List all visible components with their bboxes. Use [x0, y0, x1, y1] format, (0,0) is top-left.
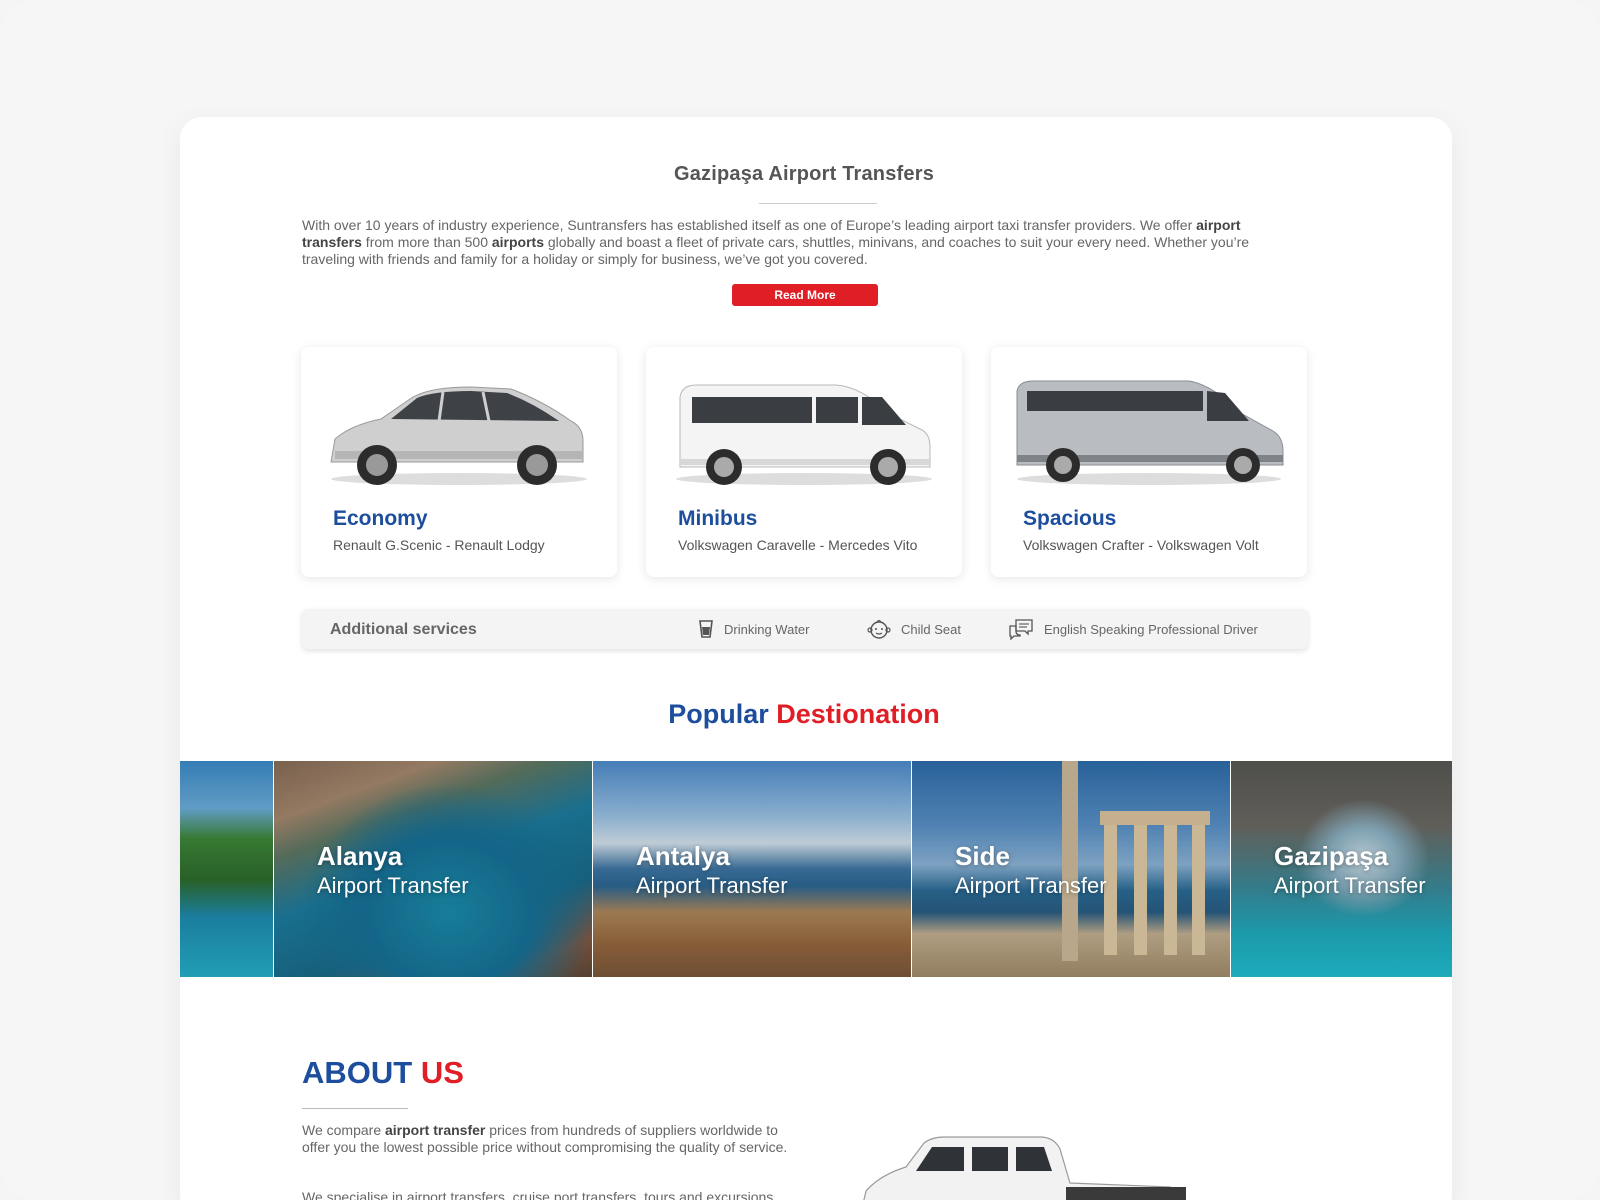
mpv-car-image [330, 386, 587, 485]
destination-subtitle: Airport Transfer [955, 873, 1107, 898]
destination-name: Side [955, 841, 1010, 871]
additional-services-bar: Additional services Drinking Water Child… [302, 609, 1308, 649]
minibus-image [1016, 380, 1284, 485]
destination-subtitle: Airport Transfer [636, 873, 788, 898]
destination-name: Antalya [636, 841, 730, 871]
content-card: Gazipaşa Airport Transfers With over 10 … [180, 117, 1452, 1200]
baby-face-icon [867, 619, 891, 639]
cup-icon [699, 620, 713, 638]
destination-carousel[interactable]: Alanya Airport Transfer Antalya Airport … [180, 761, 1452, 977]
destination-name: Gazipaşa [1274, 841, 1389, 871]
page-title: Gazipaşa Airport Transfers [673, 163, 935, 185]
destination-tile-gazipasa[interactable]: Gazipaşa Airport Transfer [1231, 761, 1452, 977]
service-child-seat: Child Seat [867, 609, 961, 649]
vehicle-card-economy[interactable]: Economy Renault G.Scenic - Renault Lodgy [301, 347, 617, 577]
destination-subtitle: Airport Transfer [1274, 873, 1426, 898]
vehicle-models: Volkswagen Crafter - Volkswagen Volt [1023, 537, 1259, 553]
ruins-columns-image [1062, 761, 1210, 961]
service-label: English Speaking Professional Driver [1044, 621, 1258, 637]
service-label: Drinking Water [724, 621, 810, 637]
title-divider [759, 203, 877, 204]
popular-title-blue: Popular [668, 699, 769, 729]
about-title-red: US [420, 1055, 464, 1090]
destination-tile-antalya[interactable]: Antalya Airport Transfer [593, 761, 911, 977]
vehicle-name: Minibus [678, 507, 758, 530]
destination-subtitle: Airport Transfer [317, 873, 469, 898]
van-image [676, 384, 932, 485]
vehicle-card-spacious[interactable]: Spacious Volkswagen Crafter - Volkswagen… [991, 347, 1307, 577]
intro-bold-airports: airports [491, 234, 544, 250]
destination-tile-side[interactable]: Side Airport Transfer [912, 761, 1230, 977]
destination-tile-alanya[interactable]: Alanya Airport Transfer [274, 761, 592, 977]
chat-bubbles-icon [1009, 619, 1033, 640]
page-frame: Gazipaşa Airport Transfers With over 10 … [0, 0, 1600, 1200]
additional-services-title: Additional services [330, 621, 477, 638]
vehicle-card-minibus[interactable]: Minibus Volkswagen Caravelle - Mercedes … [646, 347, 962, 577]
popular-title-red: Destionation [776, 699, 940, 729]
read-more-button[interactable]: Read More [732, 284, 878, 306]
service-english-driver: English Speaking Professional Driver [1008, 609, 1258, 649]
service-drinking-water: Drinking Water [698, 609, 809, 649]
popular-destination-title: Popular Destionation [180, 699, 1428, 730]
destination-name: Alanya [317, 841, 403, 871]
intro-part2: from more than 500 [361, 234, 492, 250]
intro-text: With over 10 years of industry experienc… [302, 217, 1302, 268]
about-p1-bold: airport transfer [385, 1122, 486, 1138]
vehicle-models: Volkswagen Caravelle - Mercedes Vito [678, 537, 918, 553]
about-us-title: ABOUT US [302, 1055, 464, 1091]
about-paragraph-2: We specialise in airport transfers, crui… [302, 1189, 774, 1200]
about-paragraph-1: We compare airport transfer prices from … [302, 1122, 807, 1156]
service-label: Child Seat [901, 621, 961, 637]
about-divider [302, 1108, 408, 1109]
intro-part1: With over 10 years of industry experienc… [302, 217, 1197, 233]
destination-tile-partial[interactable] [180, 761, 273, 977]
vehicle-name: Economy [333, 507, 428, 530]
pickup-truck-image [863, 1136, 1186, 1200]
about-p1-part1: We compare [302, 1122, 385, 1138]
about-title-blue: ABOUT [302, 1055, 413, 1090]
vehicle-models: Renault G.Scenic - Renault Lodgy [333, 537, 545, 553]
vehicle-name: Spacious [1023, 507, 1117, 530]
tile-overlay [180, 761, 273, 977]
